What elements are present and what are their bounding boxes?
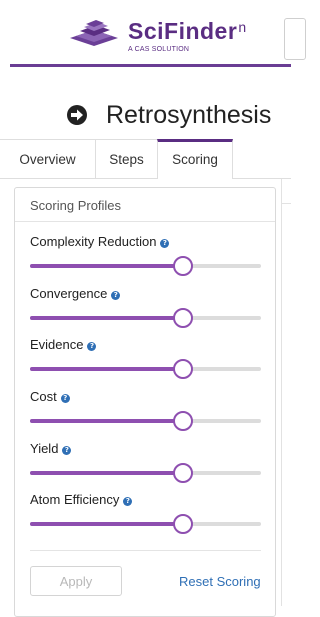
slider-label-text: Complexity Reduction	[30, 234, 157, 249]
slider-label-text: Atom Efficiency	[30, 492, 120, 507]
info-icon[interactable]: ?	[87, 342, 97, 351]
info-icon[interactable]: ?	[62, 446, 72, 455]
info-icon[interactable]: ?	[60, 394, 70, 403]
slider-track[interactable]	[30, 256, 261, 276]
slider-label: Evidence?	[30, 337, 97, 353]
slider-thumb[interactable]	[173, 514, 194, 534]
slider-complexity-reduction: Complexity Reduction?	[30, 234, 262, 278]
brand-tagline: A CAS SOLUTION	[128, 46, 190, 53]
tab-scoring[interactable]: Scoring	[157, 139, 233, 179]
slider-label-text: Yield	[30, 441, 59, 456]
page-title: Retrosynthesis	[106, 101, 272, 129]
slider-convergence: Convergence?	[30, 286, 262, 330]
scoring-profiles-panel: Scoring Profiles Complexity Reduction? C…	[14, 187, 276, 617]
slider-thumb[interactable]	[173, 411, 194, 431]
arrow-circle-right-icon	[67, 105, 87, 125]
scifinder-logo-icon	[70, 20, 118, 46]
brand-text: SciFinder	[128, 18, 238, 44]
slider-evidence: Evidence?	[30, 337, 262, 381]
slider-fill	[30, 522, 183, 526]
slider-label: Complexity Reduction?	[30, 234, 170, 250]
slider-fill	[30, 367, 183, 371]
slider-fill	[30, 471, 183, 475]
header-search-box[interactable]	[284, 18, 306, 60]
tab-overview[interactable]: Overview	[0, 139, 96, 179]
slider-thumb[interactable]	[173, 359, 194, 379]
slider-label: Convergence?	[30, 286, 121, 302]
slider-label: Cost?	[30, 389, 70, 405]
slider-track[interactable]	[30, 411, 261, 431]
tab-bar: Overview Steps Scoring	[0, 139, 291, 179]
slider-track[interactable]	[30, 308, 261, 328]
slider-track[interactable]	[30, 463, 261, 483]
slider-yield: Yield?	[30, 441, 262, 485]
slider-fill	[30, 316, 183, 320]
tab-steps[interactable]: Steps	[96, 139, 158, 179]
panel-footer-divider	[30, 550, 261, 551]
slider-track[interactable]	[30, 514, 261, 534]
slider-label-text: Cost	[30, 389, 57, 404]
slider-fill	[30, 264, 183, 268]
results-pane-edge	[281, 179, 292, 606]
panel-title: Scoring Profiles	[30, 198, 122, 213]
slider-atom-efficiency: Atom Efficiency?	[30, 492, 262, 536]
info-icon[interactable]: ?	[123, 497, 133, 506]
slider-track[interactable]	[30, 359, 261, 379]
reset-scoring-link[interactable]: Reset Scoring	[179, 574, 261, 589]
slider-thumb[interactable]	[173, 308, 194, 328]
slider-fill	[30, 419, 183, 423]
info-icon[interactable]: ?	[111, 291, 121, 300]
header-divider	[10, 64, 291, 67]
brand-superscript: n	[238, 19, 247, 35]
app-header: SciFindern A CAS SOLUTION	[0, 0, 306, 70]
info-icon[interactable]: ?	[160, 239, 170, 248]
slider-label: Yield?	[30, 441, 72, 457]
tab-baseline	[0, 178, 158, 179]
panel-divider	[15, 221, 275, 222]
slider-cost: Cost?	[30, 389, 262, 433]
slider-label: Atom Efficiency?	[30, 492, 133, 508]
brand-name: SciFindern	[128, 18, 247, 44]
results-pane-header	[281, 179, 291, 204]
apply-button[interactable]: Apply	[30, 566, 122, 596]
slider-thumb[interactable]	[173, 256, 194, 276]
slider-label-text: Convergence	[30, 286, 108, 301]
slider-label-text: Evidence	[30, 337, 84, 352]
slider-thumb[interactable]	[173, 463, 194, 483]
